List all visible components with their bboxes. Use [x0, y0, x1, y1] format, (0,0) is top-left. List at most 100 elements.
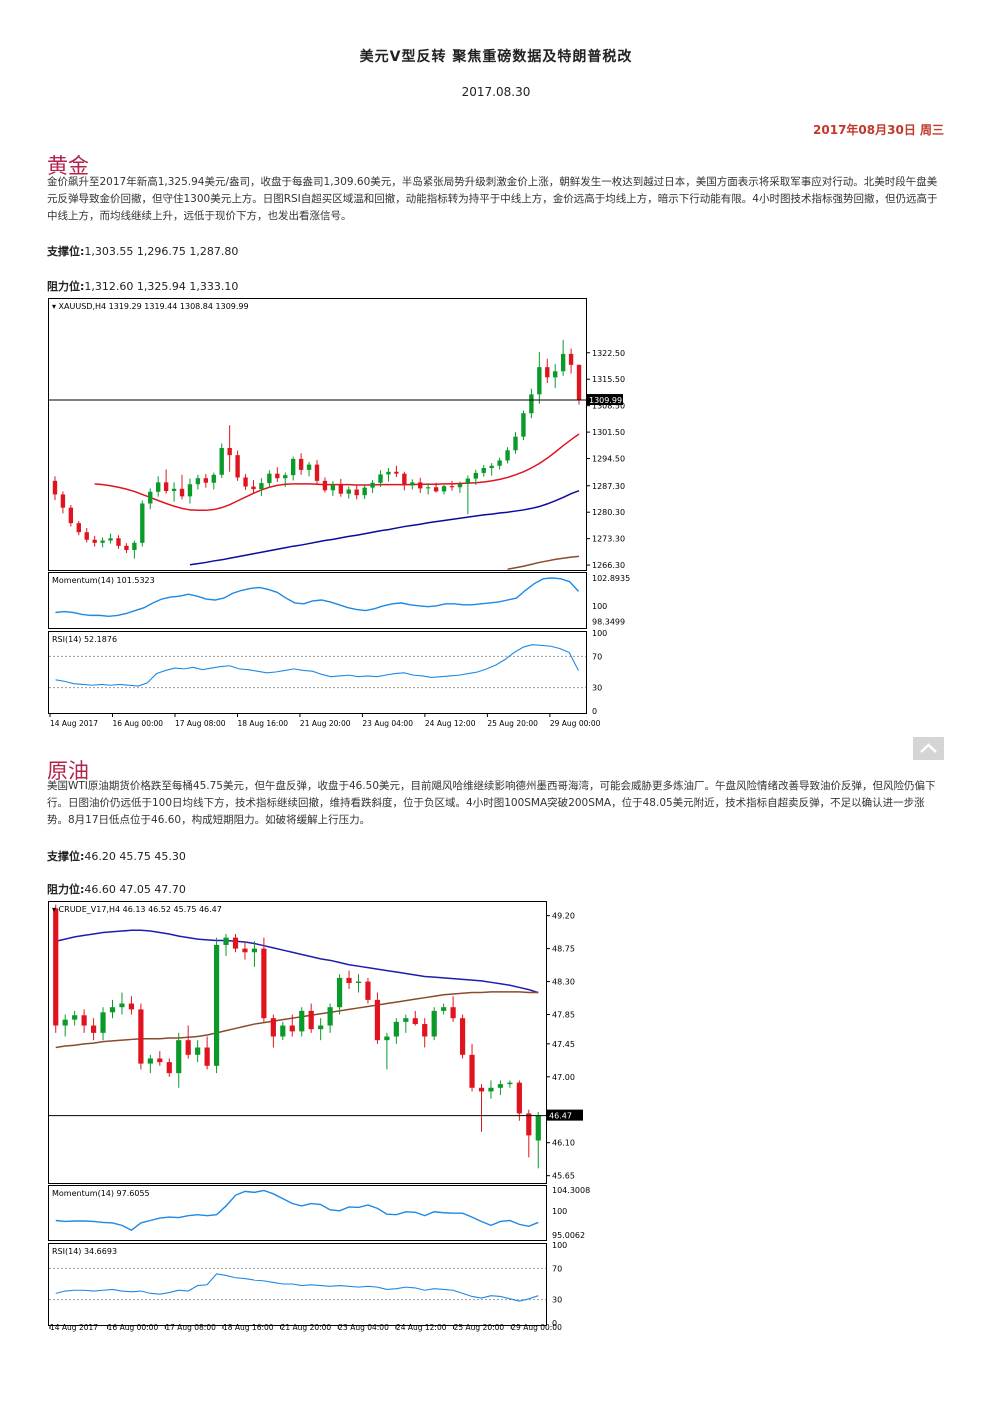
candle-up [362, 487, 367, 496]
candle-up [497, 460, 502, 466]
candle-down [157, 1058, 163, 1063]
candle-down [52, 480, 58, 495]
candle-up [148, 491, 153, 504]
candle-up [213, 944, 220, 1066]
candle-down [346, 977, 352, 984]
x-tick-label: 18 Aug 16:00 [237, 719, 288, 728]
crude-chart: 49.20 48.75 48.30 47.85 47.45 47.00 46.10 45.65… [48, 901, 590, 1332]
candle-down [449, 486, 455, 488]
price-tick-label: 47.85 [552, 1011, 575, 1020]
crude-resistance-values: 46.60 47.05 47.70 [84, 883, 186, 896]
candle-down [53, 908, 59, 1026]
x-tick-label: 14 Aug 2017 [50, 1323, 98, 1332]
candle-down [478, 1087, 485, 1092]
candle-up [72, 1015, 78, 1020]
candle-down [68, 507, 74, 524]
price-tick-label: 47.45 [552, 1040, 575, 1049]
gold-resistance-levels: 阻力位:1,312.60 1,325.94 1,333.10 [47, 278, 238, 294]
candle-up [318, 1025, 324, 1030]
candle-down [163, 482, 169, 492]
candle-up [384, 1036, 390, 1041]
candle-up [62, 1019, 68, 1026]
candle-up [109, 1007, 116, 1013]
crude-support-values: 46.20 45.75 45.30 [84, 850, 186, 863]
candle-up [553, 371, 558, 378]
candle-down [116, 538, 121, 546]
x-tick-label: 18 Aug 16:00 [223, 1323, 274, 1332]
x-tick-label: 17 Aug 08:00 [175, 719, 226, 728]
candle-down [84, 532, 89, 540]
rsi-label: RSI(14) 52.1876 [52, 635, 117, 644]
x-tick-label: 16 Aug 00:00 [108, 1323, 159, 1332]
candle-up [336, 977, 343, 1008]
x-tick-label: 17 Aug 08:00 [165, 1323, 216, 1332]
price-tick-label: 1273.30 [592, 535, 625, 544]
candle-down [90, 1025, 97, 1033]
price-tick-label: 1266.30 [592, 561, 625, 570]
candle-up [299, 1010, 305, 1032]
rsi-tick-label: 100 [592, 629, 607, 638]
price-tick-label: 45.65 [552, 1172, 575, 1181]
candle-down [76, 523, 81, 533]
momentum-tick-label: 98.3499 [592, 618, 625, 627]
candle-up [441, 486, 447, 492]
x-tick-label: 24 Aug 12:00 [396, 1323, 447, 1332]
crude-resistance-label: 阻力位: [47, 883, 85, 896]
current-price-label: 46.47 [549, 1112, 572, 1121]
candle-down [81, 1015, 87, 1026]
candle-down [275, 473, 280, 479]
rsi-tick-label: 0 [592, 707, 597, 716]
candle-down [128, 1003, 135, 1010]
candle-down [469, 1054, 475, 1088]
price-tick-label: 1315.50 [592, 375, 625, 384]
rsi-tick-label: 70 [592, 652, 602, 661]
candle-up [473, 472, 478, 479]
candle-up [171, 488, 177, 492]
candle-down [251, 486, 256, 490]
x-tick-label: 14 Aug 2017 [50, 719, 98, 728]
x-tick-label: 24 Aug 12:00 [425, 719, 476, 728]
candle-down [402, 473, 407, 486]
gold-support-values: 1,303.55 1,296.75 1,287.80 [84, 245, 239, 258]
candle-up [378, 474, 383, 483]
x-tick-label: 25 Aug 20:00 [454, 1323, 505, 1332]
candle-down [185, 1040, 191, 1055]
candle-up [283, 475, 288, 479]
chart-symbol-title: ▾ XAUUSD,H4 1319.29 1319.44 1308.84 1309… [52, 302, 249, 311]
candle-down [235, 455, 240, 478]
candle-up [431, 1010, 437, 1037]
candle-up [108, 538, 113, 541]
x-tick-label: 23 Aug 04:00 [362, 719, 413, 728]
candle-up [176, 1040, 182, 1074]
back-to-top-button[interactable] [913, 737, 944, 760]
rsi-tick-label: 30 [552, 1296, 562, 1305]
current-price-label: 1309.99 [589, 396, 622, 405]
candle-down [227, 447, 232, 456]
candle-up [386, 471, 391, 475]
candle-down [314, 464, 320, 481]
price-tick-label: 1301.50 [592, 428, 625, 437]
candle-up [489, 465, 494, 468]
candle-down [394, 471, 399, 474]
candle-up [251, 948, 258, 953]
candle-up [147, 1058, 153, 1064]
price-tick-label: 1287.30 [592, 482, 625, 491]
chevron-up-icon [920, 743, 937, 753]
candle-down [322, 480, 328, 491]
x-tick-label: 23 Aug 04:00 [338, 1323, 389, 1332]
candle-up [290, 458, 296, 476]
candle-up [223, 937, 229, 945]
report-weekday: 2017年08月30日 周三 [813, 123, 944, 137]
candle-up [280, 1025, 286, 1037]
candle-down [450, 1007, 456, 1019]
candle-down [243, 477, 248, 487]
price-panel-frame [48, 298, 587, 571]
candle-up [370, 482, 375, 488]
candle-down [526, 1113, 532, 1136]
momentum-label: Momentum(14) 101.5323 [52, 576, 155, 585]
candle-down [232, 937, 239, 949]
candle-up [505, 450, 510, 461]
candle-up [513, 436, 518, 451]
price-tick-label: 47.00 [552, 1073, 575, 1082]
candle-down [203, 478, 209, 483]
